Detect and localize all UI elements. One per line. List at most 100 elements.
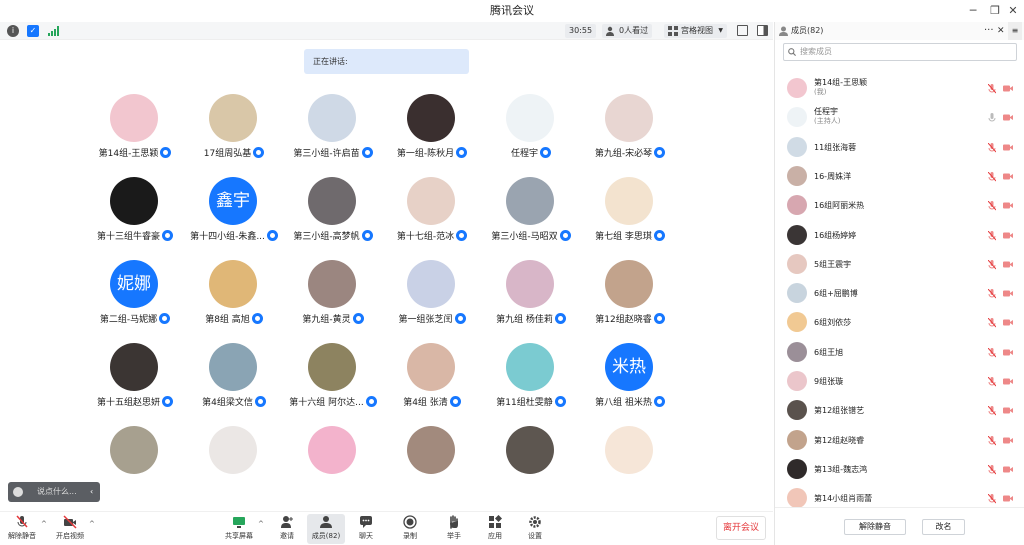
participant-tile[interactable]: 第九组-黄灵 <box>283 260 383 340</box>
member-row[interactable]: 第12组张镨艺 <box>775 396 1024 425</box>
share-options-chevron-icon[interactable]: ^ <box>258 520 264 528</box>
participant-tile[interactable]: 第一组-陈秋月 <box>382 94 482 174</box>
microphone-muted-icon[interactable] <box>988 289 996 299</box>
member-row[interactable]: 16组阿丽米热 <box>775 191 1024 220</box>
participant-tile[interactable]: 第三小组-高梦帆 <box>283 177 383 257</box>
camera-off-icon[interactable] <box>1003 114 1013 121</box>
fullscreen-icon[interactable] <box>737 25 748 36</box>
viewers-button[interactable]: 0人看过 <box>602 24 653 38</box>
start-video-button[interactable]: 开启视频 <box>52 514 88 544</box>
member-row[interactable]: 9组张璇 <box>775 367 1024 396</box>
collapse-icon[interactable]: ‹ <box>90 482 93 502</box>
camera-off-icon[interactable] <box>1003 144 1013 151</box>
microphone-muted-icon[interactable] <box>988 171 996 182</box>
microphone-muted-icon[interactable] <box>988 377 996 387</box>
invite-button[interactable]: 邀请 <box>269 514 305 544</box>
share-screen-button[interactable]: 共享屏幕 <box>221 514 257 544</box>
sidebar-toggle-icon[interactable] <box>757 25 768 36</box>
camera-off-icon[interactable] <box>1003 261 1013 268</box>
panel-menu-icon[interactable]: ≡ <box>1008 22 1022 40</box>
participant-tile[interactable]: 第九组-宋必琴 <box>580 94 680 174</box>
member-search-input[interactable]: 搜索成员 <box>783 43 1017 61</box>
signal-icon[interactable] <box>47 25 59 37</box>
microphone-muted-icon[interactable] <box>988 347 996 358</box>
member-row[interactable]: 6组王旭 <box>775 338 1024 367</box>
member-row[interactable]: 6组+屈鹏博 <box>775 279 1024 308</box>
leave-meeting-button[interactable]: 离开会议 <box>716 516 766 540</box>
microphone-muted-icon[interactable] <box>988 230 996 241</box>
participant-tile[interactable] <box>184 426 284 506</box>
minimize-icon[interactable]: ─ <box>962 0 984 22</box>
participant-tile[interactable]: 第12组赵晓睿 <box>580 260 680 340</box>
microphone-muted-icon[interactable] <box>988 464 996 475</box>
member-row[interactable]: 任程宇 (主持人) <box>775 103 1024 132</box>
close-icon[interactable]: ✕ <box>1002 0 1024 22</box>
microphone-muted-icon[interactable] <box>988 494 996 504</box>
participant-tile[interactable]: 第十三组牛睿豪 <box>85 177 185 257</box>
participant-tile[interactable]: 第4组 张清 <box>382 343 482 423</box>
camera-off-icon[interactable] <box>1003 495 1013 502</box>
participant-tile[interactable]: 第十七组-范冰 <box>382 177 482 257</box>
camera-off-icon[interactable] <box>1003 466 1013 473</box>
participant-tile[interactable]: 第11组杜雯静 <box>481 343 581 423</box>
microphone-muted-icon[interactable] <box>988 318 996 328</box>
microphone-muted-icon[interactable] <box>988 435 996 446</box>
member-row[interactable]: 16组杨婷婷 <box>775 221 1024 250</box>
participant-tile[interactable]: 鑫宇 第十四小组-朱鑫... <box>184 177 284 257</box>
emoji-icon[interactable] <box>13 487 23 497</box>
member-row[interactable]: 第13组-魏志鸿 <box>775 455 1024 484</box>
unmute-all-button[interactable]: 解除静音 <box>844 519 906 535</box>
camera-off-icon[interactable] <box>1003 290 1013 297</box>
info-icon[interactable]: i <box>7 25 19 37</box>
member-row[interactable]: 16-周姝洋 <box>775 162 1024 191</box>
participant-tile[interactable]: 米热 第八组 祖米热 <box>580 343 680 423</box>
video-options-chevron-icon[interactable]: ^ <box>89 520 95 528</box>
member-row[interactable]: 6组刘依莎 <box>775 308 1024 337</box>
participant-tile[interactable] <box>580 426 680 506</box>
participant-tile[interactable]: 第8组 高旭 <box>184 260 284 340</box>
participant-tile[interactable]: 第4组梁文信 <box>184 343 284 423</box>
member-row[interactable]: 11组张海蓉 <box>775 133 1024 162</box>
camera-off-icon[interactable] <box>1003 202 1013 209</box>
participant-tile[interactable]: 任程宇 <box>481 94 581 174</box>
view-mode-dropdown[interactable]: 宫格视图 ▼ <box>664 24 727 38</box>
audio-options-chevron-icon[interactable]: ^ <box>41 520 47 528</box>
settings-button[interactable]: 设置 <box>517 514 553 544</box>
participant-tile[interactable]: 17组周弘基 <box>184 94 284 174</box>
microphone-muted-icon[interactable] <box>988 142 996 153</box>
microphone-muted-icon[interactable] <box>988 406 996 416</box>
camera-off-icon[interactable] <box>1003 378 1013 385</box>
panel-close-icon[interactable]: ✕ <box>997 22 1005 40</box>
camera-off-icon[interactable] <box>1003 85 1013 92</box>
camera-off-icon[interactable] <box>1003 407 1013 414</box>
participant-tile[interactable] <box>283 426 383 506</box>
rename-button[interactable]: 改名 <box>922 519 965 535</box>
camera-off-icon[interactable] <box>1003 232 1013 239</box>
participant-tile[interactable] <box>382 426 482 506</box>
camera-off-icon[interactable] <box>1003 319 1013 326</box>
shield-icon[interactable]: ✓ <box>27 25 39 37</box>
chat-button[interactable]: 聊天 <box>348 514 384 544</box>
participant-tile[interactable]: 第14组-王思颖 <box>85 94 185 174</box>
participant-tile[interactable]: 第九组 杨佳莉 <box>481 260 581 340</box>
participant-tile[interactable]: 第十六组 阿尔达... <box>283 343 383 423</box>
more-icon[interactable]: ··· <box>984 22 994 40</box>
members-button[interactable]: 成员(82) <box>307 514 345 544</box>
participant-tile[interactable] <box>481 426 581 506</box>
member-row[interactable]: 5组王震宇 <box>775 250 1024 279</box>
participant-tile[interactable]: 第三小组-许启苗 <box>283 94 383 174</box>
camera-off-icon[interactable] <box>1003 437 1013 444</box>
camera-off-icon[interactable] <box>1003 173 1013 180</box>
microphone-muted-icon[interactable] <box>988 201 996 211</box>
participant-tile[interactable]: 第三小组-马昭双 <box>481 177 581 257</box>
camera-off-icon[interactable] <box>1003 349 1013 356</box>
participant-tile[interactable]: 妮娜 第二组-马妮娜 <box>85 260 185 340</box>
participant-tile[interactable]: 第七组 李思琪 <box>580 177 680 257</box>
microphone-muted-icon[interactable] <box>988 84 996 94</box>
record-button[interactable]: 录制 <box>392 514 428 544</box>
apps-button[interactable]: 应用 <box>477 514 513 544</box>
member-row[interactable]: 第12组赵晓睿 <box>775 426 1024 455</box>
participant-tile[interactable] <box>85 426 185 506</box>
participant-tile[interactable]: 第十五组赵思妍 <box>85 343 185 423</box>
raise-hand-button[interactable]: 举手 <box>436 514 472 544</box>
